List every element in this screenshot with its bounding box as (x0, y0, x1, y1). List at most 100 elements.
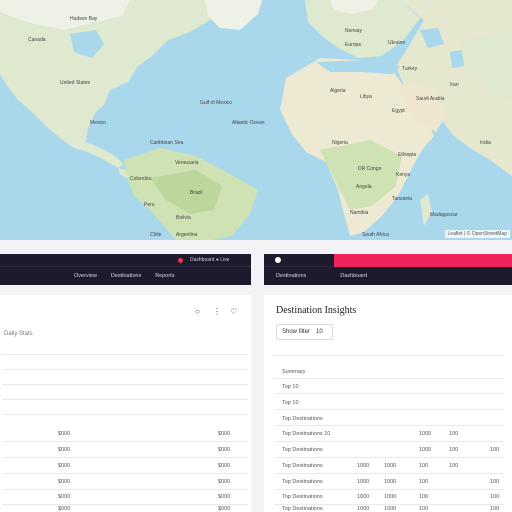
row-divider (2, 414, 248, 415)
table-cell: $000 (58, 479, 71, 485)
map-label: Atlantic Ocean (232, 120, 265, 126)
table-cell: $000 (218, 431, 231, 437)
map-label: Hudson Bay (70, 16, 98, 22)
table-cell: 100 (490, 506, 500, 512)
live-indicator-icon (178, 258, 183, 263)
section-gap (0, 240, 512, 254)
table-cell: 100 (419, 494, 429, 500)
accent-bar (334, 254, 512, 267)
row-divider (2, 473, 248, 474)
world-map[interactable]: Canada Hudson Bay United States Gulf of … (0, 0, 512, 240)
table-cell: 100 (419, 479, 429, 485)
map-label: Egypt (392, 108, 405, 114)
table-cell: 1000 (384, 506, 397, 512)
left-subheader-gap (0, 285, 251, 295)
row-label: Top Destinations (282, 447, 323, 453)
left-panel: Dashboard ● Live Overview Destinations R… (0, 254, 251, 512)
right-subheader-gap (264, 285, 512, 295)
nav-status-tag: Dashboard ● Live (190, 257, 230, 263)
map-label: Colombia (130, 176, 152, 182)
row-divider (274, 409, 504, 410)
row-divider (2, 504, 248, 505)
row-divider (2, 384, 248, 385)
map-label: United States (60, 80, 91, 86)
map-label: Nigeria (332, 140, 348, 146)
map-label: Namibia (350, 210, 369, 216)
share-icon[interactable]: ♡ (230, 308, 237, 316)
table-cell: 100 (449, 447, 459, 453)
right-navbar-links: Destinations Dashboard (264, 267, 512, 285)
nav-link-destinations[interactable]: Destinations (111, 273, 141, 279)
map-label: Saudi Arabia (416, 96, 445, 102)
table-cell: $000 (218, 447, 231, 453)
table-cell: 1000 (357, 494, 370, 500)
filter-label: Show filter (282, 329, 311, 335)
table-cell: $000 (218, 494, 231, 500)
table-cell: $000 (58, 494, 71, 500)
table-cell: 1000 (419, 431, 432, 437)
row-label: Top Destinations (282, 463, 323, 469)
row-label: Top Destinations (282, 494, 323, 500)
table-cell: $000 (58, 506, 71, 512)
map-label: DR Congo (358, 166, 382, 172)
table-cell: $000 (218, 463, 231, 469)
map-label: Iran (450, 82, 459, 88)
nav-link-destinations[interactable]: Destinations (276, 273, 306, 279)
row-divider (2, 441, 248, 442)
table-cell: 1000 (357, 479, 370, 485)
map-pin-icon[interactable]: ○ (195, 308, 200, 316)
row-divider (274, 425, 504, 426)
panel-divider (251, 254, 264, 512)
row-divider (2, 399, 248, 400)
row-label: Summary (282, 369, 306, 375)
map-label: Caribbean Sea (150, 140, 184, 146)
nav-link-reports[interactable]: Reports (155, 273, 174, 279)
table-cell: $000 (58, 463, 71, 469)
table-cell: 1000 (357, 506, 370, 512)
map-label: Libya (360, 94, 372, 100)
table-cell: 100 (419, 506, 429, 512)
more-icon[interactable]: ⋮ (213, 308, 221, 316)
map-label: Ukraine (388, 40, 406, 46)
map-label: Venezuela (175, 160, 199, 166)
map-label: Argentina (176, 232, 198, 238)
left-navbar-links: Overview Destinations Reports (0, 267, 251, 285)
row-divider (274, 457, 504, 458)
row-divider (274, 355, 504, 356)
nav-link-dashboard[interactable]: Dashboard (340, 273, 367, 279)
table-cell: 1000 (384, 479, 397, 485)
filter-count: 10 (316, 329, 323, 335)
status-dot-icon (275, 257, 281, 263)
map-label: Kenya (396, 172, 411, 178)
right-navbar-top (264, 254, 512, 267)
filter-button[interactable]: Show filter 10 (276, 324, 333, 340)
map-label: Gulf of Mexico (200, 100, 232, 106)
map-label: Tanzania (392, 196, 413, 202)
map-label: India (480, 140, 491, 146)
page-title: Destination Insights (276, 305, 357, 316)
table-cell: $000 (58, 447, 71, 453)
map-attribution[interactable]: Leaflet | © OpenStreetMap (444, 230, 510, 238)
map-label: Madagascar (430, 212, 458, 218)
map-label: Brazil (190, 190, 203, 196)
row-divider (2, 369, 248, 370)
row-divider (2, 457, 248, 458)
table-cell: $000 (218, 506, 231, 512)
table-cell: 1000 (384, 494, 397, 500)
table-cell: 1000 (419, 447, 432, 453)
map-label: Mexico (90, 120, 106, 126)
table-cell: 1000 (357, 463, 370, 469)
map-label: South Africa (362, 232, 389, 238)
row-divider (274, 473, 504, 474)
table-cell: 100 (490, 479, 500, 485)
row-divider (274, 393, 504, 394)
left-navbar: Dashboard ● Live Overview Destinations R… (0, 254, 251, 285)
table-cell: 100 (490, 447, 500, 453)
row-divider (2, 354, 248, 355)
nav-link-overview[interactable]: Overview (74, 273, 97, 279)
map-label: Bolivia (176, 215, 191, 221)
map-label: Algeria (330, 88, 346, 94)
table-cell: $000 (218, 479, 231, 485)
left-panel-heading: Daily Stats (4, 331, 33, 337)
row-divider (2, 489, 248, 490)
